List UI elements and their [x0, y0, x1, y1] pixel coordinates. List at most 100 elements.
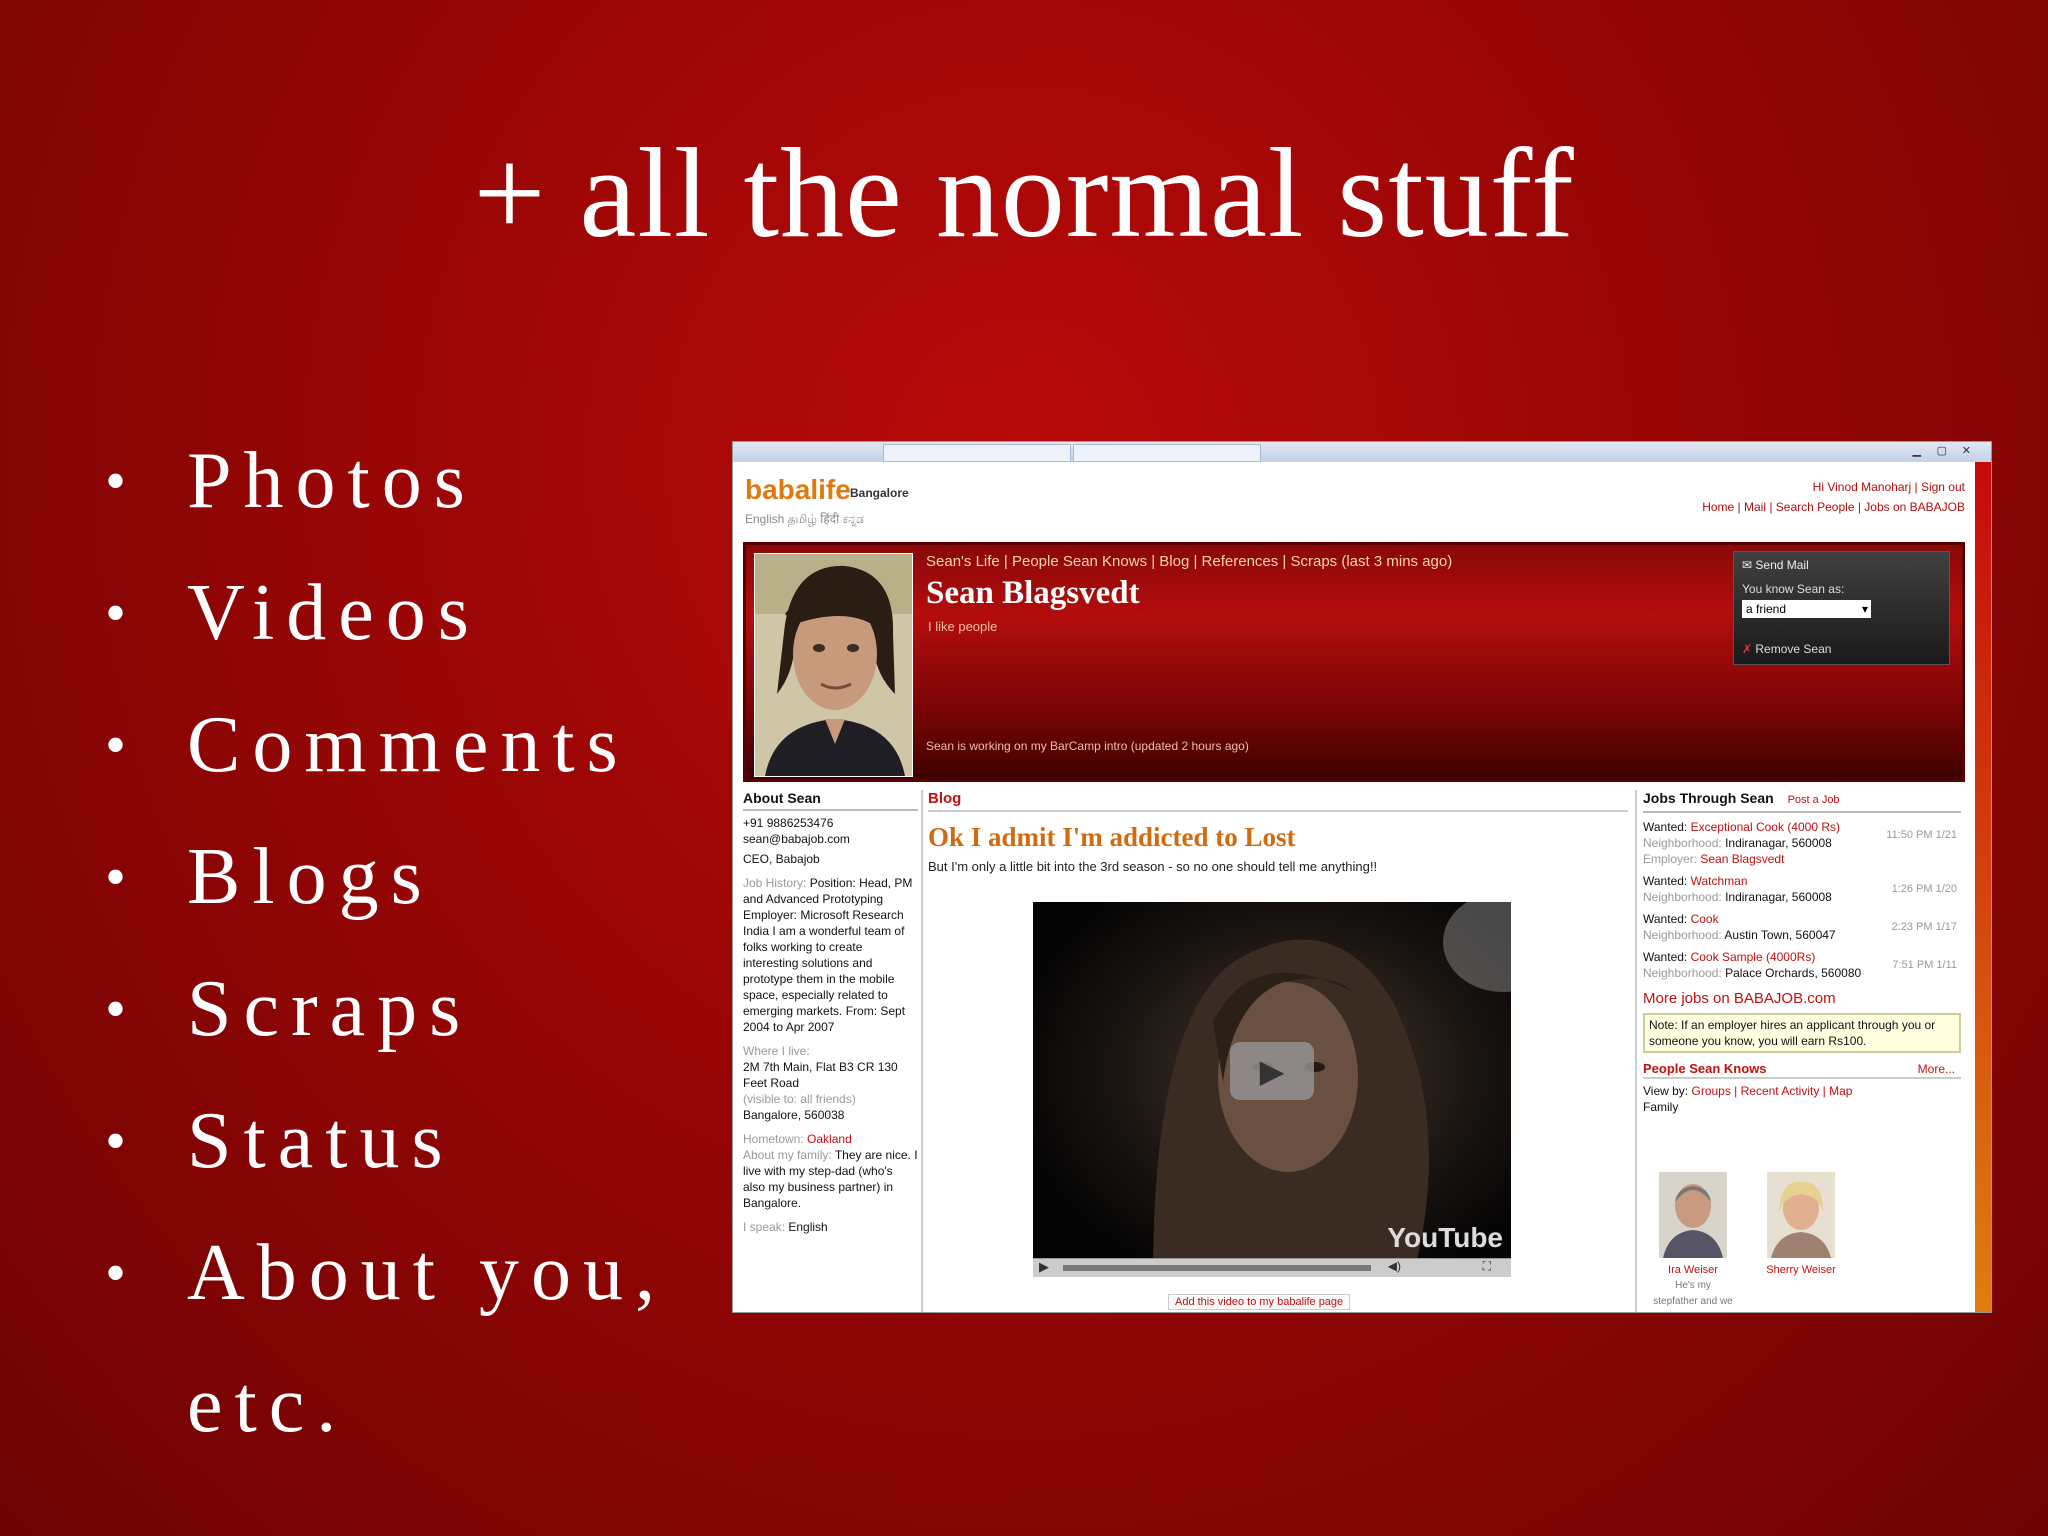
job-title[interactable]: Watchman	[1691, 874, 1748, 888]
fullscreen-icon[interactable]: ⛶	[1483, 1259, 1491, 1274]
view-by-options[interactable]: Groups | Recent Activity | Map	[1691, 1084, 1852, 1098]
person-name[interactable]: Ira Weiser	[1653, 1262, 1733, 1278]
person-card[interactable]: Sherry Weiser	[1761, 1172, 1841, 1278]
bullet-item: • Scraps	[105, 943, 725, 1075]
language-links[interactable]: English தமிழ் हिंदी ಕನ್ನಡ	[745, 510, 864, 528]
people-more-link[interactable]: More...	[1918, 1061, 1955, 1077]
bullet-item: • Videos	[105, 547, 725, 679]
employer-name[interactable]: Sean Blagsvedt	[1700, 852, 1784, 866]
remove-link[interactable]: ✗ Remove Sean	[1742, 642, 1831, 656]
send-mail-link[interactable]: ✉ Send Mail	[1742, 558, 1809, 572]
job-history: Job History: Position: Head, PM and Adva…	[743, 875, 918, 1035]
address-city: Bangalore, 560038	[743, 1108, 845, 1122]
speak-value: English	[788, 1220, 828, 1234]
job-history-text: Position: Head, PM and Advanced Prototyp…	[743, 876, 913, 1034]
minimize-icon[interactable]: ▁	[1913, 444, 1921, 457]
neighborhood-label: Neighborhood:	[1643, 836, 1722, 850]
play-small-icon[interactable]: ▶	[1039, 1259, 1049, 1275]
more-jobs-link[interactable]: More jobs on BABAJOB.com	[1643, 991, 1961, 1007]
add-video-link[interactable]: Add this video to my babalife page	[1168, 1294, 1351, 1310]
chevron-down-icon: ▾	[1861, 602, 1868, 616]
video-seekbar[interactable]	[1063, 1265, 1371, 1271]
jobs-heading: Jobs Through Sean Post a Job	[1643, 790, 1961, 813]
scrollbar[interactable]	[1975, 462, 1991, 1312]
job-time: 1:26 PM 1/20	[1891, 883, 1957, 895]
person-avatar[interactable]	[1659, 1172, 1727, 1258]
person-note: He's my stepfather and we work	[1653, 1280, 1733, 1307]
blog-heading[interactable]: Blog	[928, 790, 1628, 812]
bullet-dot: •	[105, 712, 127, 778]
volume-icon[interactable]: ◀)	[1388, 1259, 1401, 1273]
mail-icon: ✉	[1742, 558, 1756, 572]
user-links[interactable]: Hi Vinod Manoharj | Sign out	[1813, 480, 1965, 494]
job-item[interactable]: Wanted: Watchman Neighborhood: Indiranag…	[1643, 873, 1961, 905]
about-column: About Sean +91 9886253476 sean@babajob.c…	[743, 790, 918, 1312]
person-card[interactable]: Ira Weiser He's my stepfather and we wor…	[1653, 1172, 1733, 1312]
site-header: babalife English தமிழ் हिंदी ಕನ್ನಡ Banga…	[733, 462, 1975, 532]
people-heading-text[interactable]: People Sean Knows	[1643, 1061, 1767, 1076]
profile-photo[interactable]	[754, 553, 913, 777]
address: 2M 7th Main, Flat B3 CR 130 Feet Road	[743, 1060, 898, 1090]
role: CEO, Babajob	[743, 852, 820, 866]
profile-name: Sean Blagsvedt	[926, 575, 1140, 611]
employer-label: Employer:	[1643, 852, 1698, 866]
job-title[interactable]: Cook	[1691, 912, 1719, 926]
wanted-label: Wanted:	[1643, 874, 1688, 888]
wanted-label: Wanted:	[1643, 950, 1688, 964]
bullet-item: • Comments	[105, 679, 725, 811]
bullet-text: Blogs	[187, 833, 434, 921]
bullet-list: • Photos • Videos • Comments • Blogs • Scraps…	[105, 415, 725, 1471]
bullet-dot: •	[105, 844, 127, 910]
bullet-text: Videos	[187, 569, 481, 657]
view-by: View by: Groups | Recent Activity | Map	[1643, 1083, 1961, 1099]
job-item[interactable]: Wanted: Exceptional Cook (4000 Rs) Neigh…	[1643, 819, 1961, 867]
bullet-text: Scraps	[187, 965, 473, 1053]
job-place: Austin Town, 560047	[1724, 928, 1836, 942]
relation-select[interactable]: a friend ▾	[1742, 600, 1871, 618]
jobs-heading-text: Jobs Through Sean	[1643, 790, 1774, 806]
hometown-value[interactable]: Oakland	[807, 1132, 852, 1146]
job-title[interactable]: Cook Sample (4000Rs)	[1691, 950, 1816, 964]
job-time: 7:51 PM 1/11	[1892, 959, 1957, 971]
people-heading: People Sean Knows More...	[1643, 1061, 1961, 1079]
job-place: Palace Orchards, 560080	[1725, 966, 1862, 980]
job-time: 11:50 PM 1/21	[1886, 829, 1957, 841]
email[interactable]: sean@babajob.com	[743, 831, 918, 847]
person-avatar[interactable]	[1767, 1172, 1835, 1258]
main-nav-links[interactable]: Home | Mail | Search People | Jobs on BA…	[1702, 500, 1965, 514]
browser-tab[interactable]	[883, 444, 1071, 462]
remove-icon: ✗	[1742, 642, 1756, 656]
close-icon[interactable]: ✕	[1962, 444, 1971, 457]
bullet-item: • Status	[105, 1075, 725, 1207]
address-note: (visible to: all friends)	[743, 1092, 856, 1106]
hometown-label: Hometown:	[743, 1132, 804, 1146]
family-label: About my family:	[743, 1148, 832, 1162]
view-by-label: View by:	[1643, 1084, 1689, 1098]
job-item[interactable]: Wanted: Cook Neighborhood: Austin Town, …	[1643, 911, 1961, 943]
where-label: Where I live:	[743, 1044, 810, 1058]
post-title[interactable]: Ok I admit I'm addicted to Lost	[928, 822, 1628, 853]
babalife-logo[interactable]: babalife	[745, 474, 851, 506]
slide-title: + all the normal stuff	[473, 122, 1575, 264]
phone: +91 9886253476	[743, 816, 834, 830]
group-label: Family	[1643, 1100, 1679, 1114]
play-icon[interactable]: ▶	[1230, 1042, 1314, 1100]
job-item[interactable]: Wanted: Cook Sample (4000Rs) Neighborhoo…	[1643, 949, 1961, 981]
browser-tab[interactable]	[1073, 444, 1261, 462]
profile-banner: Sean's Life | People Sean Knows | Blog |…	[743, 542, 1965, 782]
hometown: Hometown: Oakland	[743, 1131, 918, 1147]
profile-nav[interactable]: Sean's Life | People Sean Knows | Blog |…	[926, 553, 1452, 570]
person-name[interactable]: Sherry Weiser	[1761, 1262, 1841, 1278]
job-title[interactable]: Exceptional Cook (4000 Rs)	[1691, 820, 1840, 834]
youtube-logo: YouTube	[1387, 1222, 1503, 1253]
jobs-column: Jobs Through Sean Post a Job Wanted: Exc…	[1643, 790, 1961, 1312]
job-place: Indiranagar, 560008	[1725, 836, 1832, 850]
about-heading: About Sean	[743, 790, 918, 811]
maximize-icon[interactable]: ▢	[1937, 444, 1947, 457]
video-player[interactable]: ▶ YouTube ▶ ◀) ⛶	[1033, 902, 1511, 1277]
post-job-link[interactable]: Post a Job	[1788, 794, 1840, 806]
neighborhood-label: Neighborhood:	[1643, 890, 1722, 904]
bullet-item: • About you, etc.	[105, 1207, 727, 1471]
bullet-dot: •	[105, 580, 127, 646]
bullet-text: Photos	[187, 437, 477, 525]
